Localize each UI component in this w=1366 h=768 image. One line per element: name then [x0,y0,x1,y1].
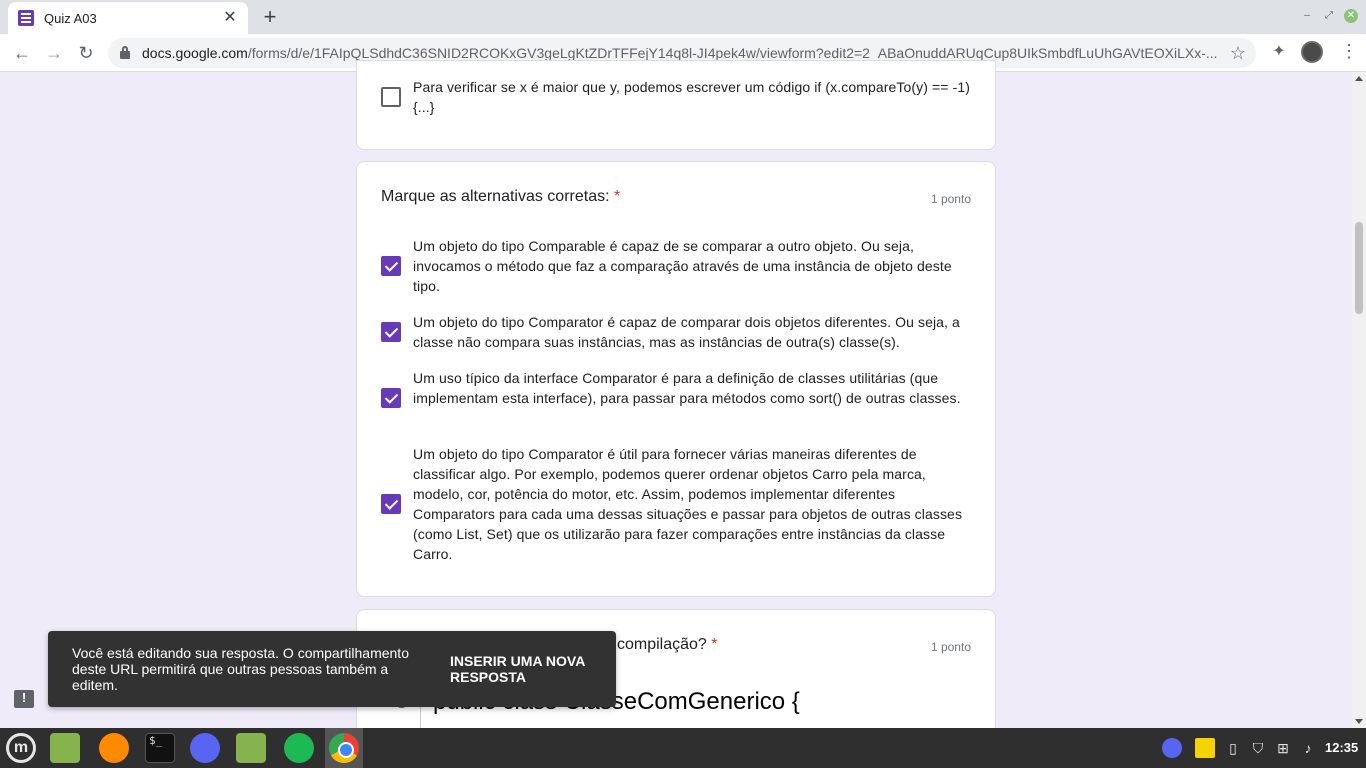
bookmark-star-icon[interactable]: ☆ [1230,43,1246,64]
chrome-icon[interactable] [329,733,359,763]
question-title: compilação? * [617,636,718,654]
back-button[interactable]: ← [10,41,34,65]
question-card: Marque as alternativas corretas: * 1 pon… [356,161,996,597]
page-scrollbar[interactable] [1352,72,1366,728]
reload-button[interactable]: ↻ [74,41,98,65]
lock-icon[interactable] [120,46,130,59]
url-domain: docs.google.com [142,45,248,61]
option-row[interactable] [381,388,401,408]
files-icon[interactable] [236,733,266,763]
option-row[interactable] [381,494,401,514]
url-path: /forms/d/e/1FAIpQLSdhdC36SNID2RCOKxGV3ge… [247,45,1218,61]
checkbox-checked[interactable] [381,322,401,342]
option-row[interactable] [381,322,401,342]
close-tab-icon[interactable]: ✕ [222,10,238,26]
url-text: docs.google.com/forms/d/e/1FAIpQLSdhdC36… [142,45,1222,61]
new-tab-button[interactable]: + [258,6,282,30]
discord-tray-icon[interactable] [1162,738,1182,758]
notes-tray-icon[interactable] [1195,738,1215,758]
question-title: Marque as alternativas corretas: * [381,188,620,206]
taskbar: m $_ ▯ ⛉ ⊞ ♪ 12:35 [0,728,1366,768]
clock[interactable]: 12:35 [1325,740,1358,755]
option-text-1: Um objeto do tipo Comparable é capaz de … [413,238,952,294]
snackbar: Você está editando sua resposta. O compa… [48,631,616,707]
minimize-button[interactable]: – [1300,9,1314,23]
discord-icon[interactable] [190,733,220,763]
clipboard-tray-icon[interactable]: ▯ [1223,738,1243,758]
maximize-button[interactable]: ⤢ [1322,9,1336,23]
tab-strip: Quiz A03 ✕ + – ⤢ ✕ [0,0,1366,34]
volume-tray-icon[interactable]: ♪ [1298,738,1318,758]
close-window-button[interactable]: ✕ [1344,9,1358,23]
checkbox-checked[interactable] [381,388,401,408]
terminal-icon[interactable]: $_ [145,733,175,763]
required-asterisk: * [614,188,621,205]
question-title-text: compilação? [617,636,707,653]
tab-title: Quiz A03 [44,10,97,26]
shield-tray-icon[interactable]: ⛉ [1248,738,1268,758]
scroll-thumb[interactable] [1355,222,1363,314]
required-asterisk: * [711,636,718,653]
mint-menu-icon[interactable]: m [6,733,36,763]
option-text: Para verificar se x é maior que y, podem… [413,79,970,115]
google-forms-icon [18,10,34,26]
firefox-icon[interactable] [99,733,129,763]
option-row[interactable] [381,87,401,107]
points-label: 1 ponto [930,640,971,654]
question-title-text: Marque as alternativas corretas: [381,188,610,205]
checkbox-checked[interactable] [381,256,401,276]
network-tray-icon[interactable]: ⊞ [1273,738,1293,758]
previous-question-card: Para verificar se x é maior que y, podem… [356,60,996,150]
scroll-down-arrow-icon[interactable] [1355,719,1363,724]
browser-tab[interactable]: Quiz A03 ✕ [8,2,248,34]
extensions-icon[interactable]: ✦ [1270,41,1288,60]
forward-button[interactable]: → [42,41,66,65]
scroll-up-arrow-icon[interactable] [1355,76,1363,81]
spotify-icon[interactable] [284,733,314,763]
checkbox-unchecked[interactable] [381,87,401,107]
option-text-4: Um objeto do tipo Comparator é útil para… [413,446,963,562]
feedback-icon[interactable]: ! [14,690,34,708]
option-row[interactable] [381,256,401,276]
option-text-3: Um uso típico da interface Comparator é … [413,370,961,406]
browser-menu-icon[interactable]: ⋮ [1340,41,1358,61]
window-controls: – ⤢ ✕ [1300,9,1358,23]
points-label: 1 ponto [930,192,971,206]
new-response-button[interactable]: INSERIR UMA NOVA RESPOSTA [450,653,600,685]
show-desktop-icon[interactable] [50,733,80,763]
option-text-2: Um objeto do tipo Comparator é capaz de … [413,314,960,350]
snackbar-message: Você está editando sua resposta. O compa… [72,645,409,693]
profile-avatar[interactable] [1301,41,1323,63]
checkbox-checked[interactable] [381,494,401,514]
